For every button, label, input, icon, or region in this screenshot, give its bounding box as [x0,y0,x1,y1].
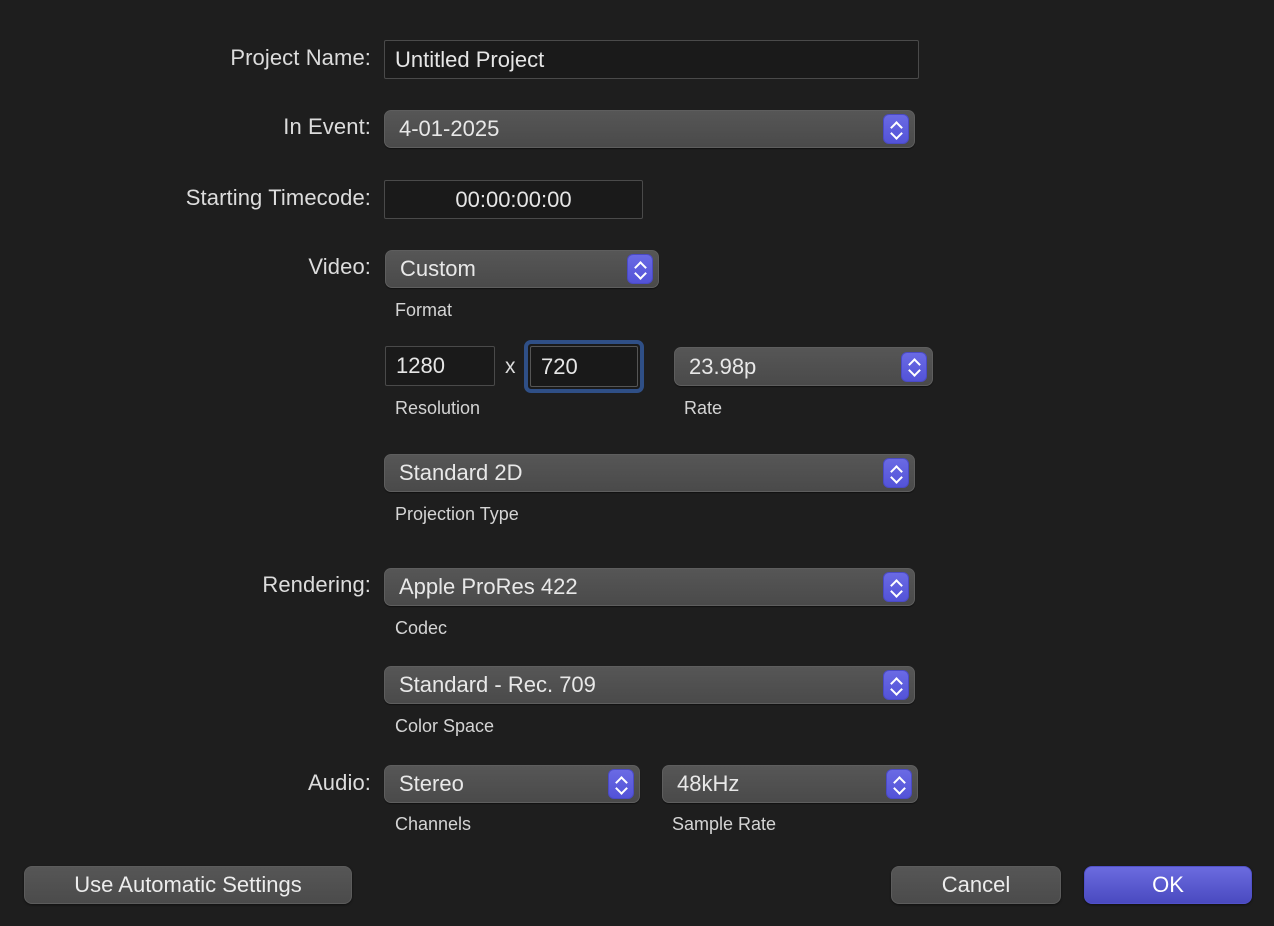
stepper-up-down-icon[interactable] [608,769,634,799]
color-space-select[interactable]: Standard - Rec. 709 [384,666,915,704]
chevron-down-icon [891,475,902,481]
audio-sample-rate-caption: Sample Rate [672,814,776,835]
chevron-down-icon [891,687,902,693]
resolution-height-input[interactable]: 720 [530,346,638,387]
starting-timecode-label: Starting Timecode: [0,185,371,211]
use-automatic-settings-button[interactable]: Use Automatic Settings [24,866,352,904]
rendering-codec-caption: Codec [395,618,447,639]
chevron-down-icon [891,131,902,137]
audio-sample-rate-select[interactable]: 48kHz [662,765,918,803]
projection-type-select[interactable]: Standard 2D [384,454,915,492]
stepper-up-down-icon[interactable] [883,670,909,700]
in-event-value: 4-01-2025 [385,116,883,142]
chevron-down-icon [894,786,905,792]
video-rate-select[interactable]: 23.98p [674,347,933,386]
chevron-down-icon [891,589,902,595]
project-name-label: Project Name: [0,45,371,71]
audio-channels-value: Stereo [385,771,608,797]
video-format-select[interactable]: Custom [385,250,659,288]
video-format-caption: Format [395,300,452,321]
stepper-up-down-icon[interactable] [886,769,912,799]
video-rate-value: 23.98p [675,354,901,380]
resolution-caption: Resolution [395,398,480,419]
stepper-up-down-icon[interactable] [883,458,909,488]
video-format-value: Custom [386,256,627,282]
project-settings-dialog: Project Name: Untitled Project In Event:… [0,0,1274,926]
projection-type-value: Standard 2D [385,460,883,486]
rendering-codec-value: Apple ProRes 422 [385,574,883,600]
rendering-codec-select[interactable]: Apple ProRes 422 [384,568,915,606]
resolution-height-field-focus[interactable]: 720 [524,340,644,393]
audio-label: Audio: [0,770,371,796]
video-label: Video: [0,254,371,280]
chevron-down-icon [616,786,627,792]
color-space-value: Standard - Rec. 709 [385,672,883,698]
stepper-up-down-icon[interactable] [883,572,909,602]
resolution-width-input[interactable]: 1280 [385,346,495,386]
ok-button[interactable]: OK [1084,866,1252,904]
chevron-down-icon [635,271,646,277]
project-name-input[interactable]: Untitled Project [384,40,919,79]
stepper-up-down-icon[interactable] [901,352,927,382]
color-space-caption: Color Space [395,716,494,737]
resolution-separator: x [505,355,516,379]
audio-channels-select[interactable]: Stereo [384,765,640,803]
video-rate-caption: Rate [684,398,722,419]
projection-type-caption: Projection Type [395,504,519,525]
chevron-down-icon [909,368,920,374]
stepper-up-down-icon[interactable] [883,114,909,144]
starting-timecode-input[interactable]: 00:00:00:00 [384,180,643,219]
stepper-up-down-icon[interactable] [627,254,653,284]
in-event-label: In Event: [0,114,371,140]
in-event-select[interactable]: 4-01-2025 [384,110,915,148]
audio-channels-caption: Channels [395,814,471,835]
rendering-label: Rendering: [0,572,371,598]
audio-sample-rate-value: 48kHz [663,771,886,797]
cancel-button[interactable]: Cancel [891,866,1061,904]
